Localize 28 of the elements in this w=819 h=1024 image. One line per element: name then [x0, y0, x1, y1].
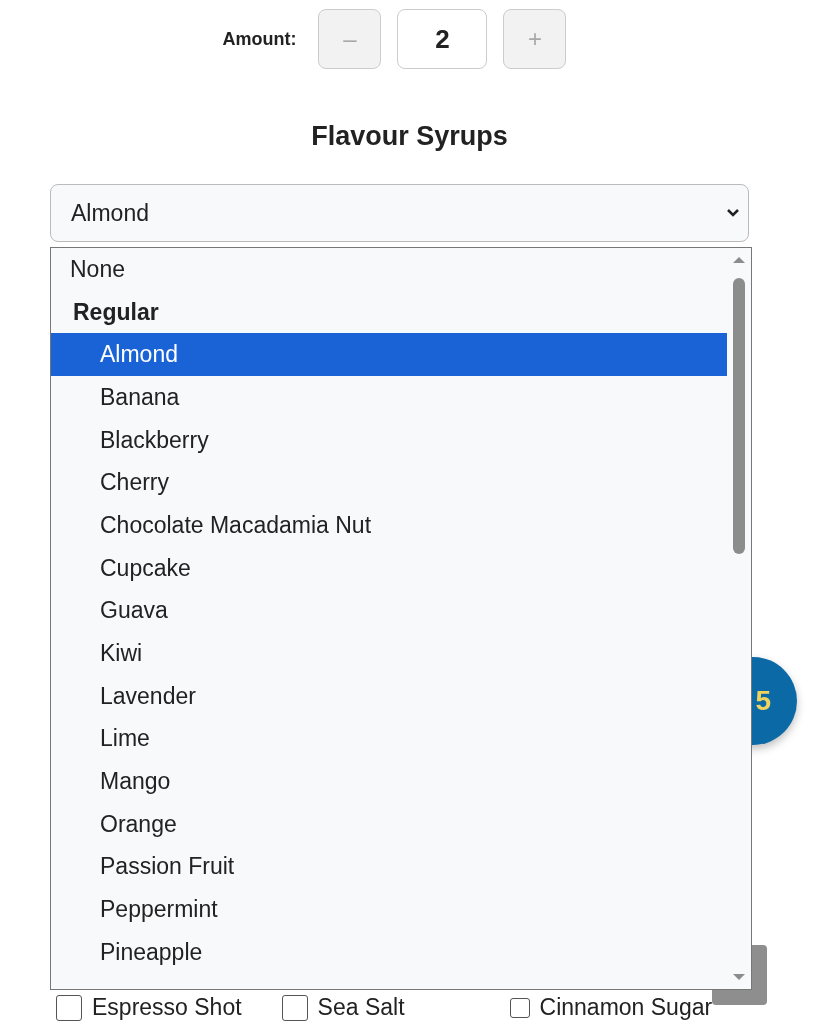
section-heading: Flavour Syrups [310, 121, 509, 152]
option-group-label: Regular [72, 297, 160, 327]
chevron-down-icon [726, 208, 740, 218]
amount-field[interactable]: 2 [397, 9, 488, 69]
dropdown-option[interactable]: None [51, 248, 727, 291]
dropdown-option[interactable]: Mango [51, 760, 727, 803]
dropdown-option[interactable]: Orange [51, 802, 727, 846]
scroll-down-icon[interactable] [732, 973, 746, 981]
dropdown-option[interactable]: Chocolate Macadamia Nut [51, 504, 727, 547]
dropdown-option[interactable]: Cupcake [51, 546, 727, 590]
dropdown-option[interactable]: Guava [51, 589, 727, 633]
extra-checkbox[interactable]: Espresso Shot [56, 994, 242, 1021]
amount-label: Amount: [222, 28, 297, 50]
scroll-up-icon[interactable] [732, 256, 746, 264]
dropdown-option[interactable]: Banana [51, 376, 727, 419]
dropdown-option[interactable]: Almond [51, 333, 727, 377]
dropdown-option[interactable]: Peppermint [51, 888, 727, 931]
scrollbar-thumb[interactable] [733, 278, 745, 554]
dropdown-option[interactable]: Lime [51, 717, 727, 761]
syrup-select[interactable]: Almond [50, 184, 749, 242]
dropdown-option[interactable]: Passion Fruit [51, 845, 727, 889]
extra-checkbox[interactable]: Cinnamon Sugar [509, 994, 713, 1021]
dropdown-option[interactable]: Blackberry [51, 418, 727, 462]
dropdown-option[interactable]: Lavender [51, 674, 727, 718]
extra-checkbox[interactable]: Sea Salt [281, 994, 405, 1021]
dropdown-option[interactable]: Cherry [51, 461, 727, 505]
dropdown-option[interactable]: Pineapple [51, 931, 727, 974]
dropdown-option[interactable]: Kiwi [51, 632, 727, 675]
